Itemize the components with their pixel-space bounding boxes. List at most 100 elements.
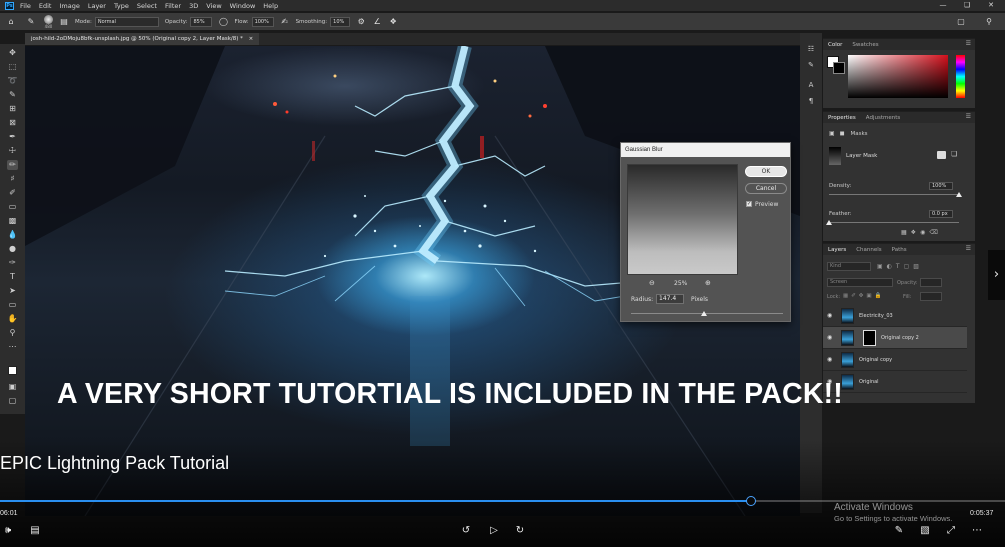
- brush-icon[interactable]: ✎: [26, 17, 36, 27]
- fullscreen-icon[interactable]: ⤢: [944, 524, 958, 538]
- menu-filter[interactable]: Filter: [165, 2, 181, 10]
- filter-pixel-icon[interactable]: ▣: [877, 263, 887, 270]
- dodge-tool-icon[interactable]: ●: [7, 244, 18, 254]
- blend-mode-select[interactable]: Screen: [827, 278, 893, 287]
- angle-icon[interactable]: ∠: [372, 17, 382, 27]
- tab-paths[interactable]: Paths: [887, 247, 912, 253]
- gradient-tool-icon[interactable]: ▩: [7, 216, 18, 226]
- load-selection-icon[interactable]: ▦: [901, 229, 911, 236]
- cancel-button[interactable]: Cancel: [745, 183, 787, 194]
- radius-slider-track[interactable]: [631, 313, 783, 314]
- paragraph-panel-icon[interactable]: ¶: [806, 97, 816, 107]
- minimize-icon[interactable]: —: [934, 0, 952, 11]
- layer-row[interactable]: ◉ Original copy: [823, 349, 967, 371]
- filter-smart-icon[interactable]: ▧: [913, 263, 923, 270]
- filter-shape-icon[interactable]: ▢: [904, 263, 914, 270]
- type-tool-icon[interactable]: T: [7, 272, 18, 282]
- tab-layers[interactable]: Layers: [823, 247, 851, 253]
- miniplayer-icon[interactable]: ▧: [918, 524, 932, 538]
- menu-select[interactable]: Select: [137, 2, 157, 10]
- brush-settings-icon[interactable]: ▤: [59, 17, 69, 27]
- add-vector-mask-icon[interactable]: ❏: [951, 150, 957, 158]
- bg-color-chip[interactable]: [833, 62, 845, 74]
- layer-mask-thumbnail[interactable]: [863, 330, 876, 346]
- close-tab-icon[interactable]: ×: [249, 36, 254, 42]
- layer-opacity-input[interactable]: [920, 278, 942, 287]
- quick-select-tool-icon[interactable]: ✎: [7, 90, 18, 100]
- tab-swatches[interactable]: Swatches: [847, 42, 883, 48]
- panel-menu-icon[interactable]: ☰: [966, 40, 971, 47]
- fill-input[interactable]: [920, 292, 942, 301]
- close-icon[interactable]: ✕: [982, 0, 1000, 11]
- search-icon[interactable]: ⚲: [984, 17, 994, 27]
- captions-icon[interactable]: ▤: [28, 524, 42, 538]
- zoom-in-icon[interactable]: ⊕: [705, 279, 711, 287]
- density-slider-thumb[interactable]: [956, 192, 962, 197]
- feather-slider-track[interactable]: [829, 222, 959, 223]
- volume-icon[interactable]: 🕪: [1, 524, 15, 538]
- history-panel-icon[interactable]: ☷: [806, 45, 816, 55]
- feather-input[interactable]: 0.0 px: [929, 210, 953, 218]
- mode-select[interactable]: Normal: [94, 16, 159, 27]
- move-tool-icon[interactable]: ✥: [7, 48, 18, 58]
- menu-3d[interactable]: 3D: [189, 2, 198, 10]
- filter-type-icon[interactable]: T: [896, 263, 904, 270]
- character-panel-icon[interactable]: A: [806, 81, 816, 91]
- hue-slider[interactable]: [956, 55, 965, 98]
- more-tools-icon[interactable]: ⋯: [7, 342, 18, 352]
- tab-color[interactable]: Color: [823, 42, 847, 48]
- pen-tool-icon[interactable]: ✑: [7, 258, 18, 268]
- apply-mask-icon[interactable]: ❖: [911, 229, 920, 236]
- lasso-tool-icon[interactable]: ➰: [7, 76, 18, 86]
- color-field[interactable]: [848, 55, 948, 98]
- menu-help[interactable]: Help: [263, 2, 278, 10]
- radius-input[interactable]: 147.4: [656, 294, 684, 304]
- tab-adjustments[interactable]: Adjustments: [861, 115, 905, 121]
- delete-mask-icon[interactable]: ⌫: [929, 229, 941, 236]
- history-brush-icon[interactable]: ✐: [7, 188, 18, 198]
- filter-adjust-icon[interactable]: ◐: [887, 263, 896, 270]
- chevron-right-icon[interactable]: ›: [988, 250, 1005, 300]
- layer-visibility-eye-icon[interactable]: ◉: [827, 312, 832, 319]
- zoom-tool-icon[interactable]: ⚲: [7, 328, 18, 338]
- feather-slider-thumb[interactable]: [826, 220, 832, 225]
- seek-thumb[interactable]: [745, 496, 756, 506]
- hand-tool-icon[interactable]: ✋: [7, 314, 18, 324]
- frame-tool-icon[interactable]: ⊠: [7, 118, 18, 128]
- gear-icon[interactable]: ⚙: [356, 17, 366, 27]
- ok-button[interactable]: OK: [745, 166, 787, 177]
- more-options-icon[interactable]: ⋯: [970, 524, 984, 538]
- brush-preset-picker[interactable]: 480: [44, 14, 53, 29]
- blur-preview[interactable]: [627, 164, 738, 275]
- crop-tool-icon[interactable]: ⊞: [7, 104, 18, 114]
- eraser-tool-icon[interactable]: ▭: [7, 202, 18, 212]
- menu-layer[interactable]: Layer: [88, 2, 106, 10]
- layer-visibility-eye-icon[interactable]: ◉: [827, 334, 832, 341]
- tab-properties[interactable]: Properties: [823, 115, 861, 121]
- preview-checkbox[interactable]: ✓: [746, 201, 752, 207]
- menu-image[interactable]: Image: [59, 2, 79, 10]
- layer-row[interactable]: ◉ Original copy 2: [823, 327, 967, 349]
- layer-row[interactable]: ◉ Electricity_03: [823, 305, 967, 327]
- lock-icons[interactable]: ▦✐✥▣🔒: [843, 293, 884, 299]
- play-icon[interactable]: ▷: [487, 524, 501, 538]
- layer-visibility-eye-icon[interactable]: ◉: [827, 356, 832, 363]
- home-icon[interactable]: ⌂: [6, 17, 16, 27]
- smoothing-input[interactable]: 10%: [330, 16, 351, 27]
- path-select-tool-icon[interactable]: ➤: [7, 286, 18, 296]
- workspace-icon[interactable]: ▢: [956, 17, 966, 27]
- healing-tool-icon[interactable]: ☩: [7, 146, 18, 156]
- layer-filter-kind[interactable]: Kind: [827, 262, 871, 271]
- document-tab[interactable]: josh-hild-2oDMoju8bfk-unsplash.jpg @ 50%…: [25, 33, 260, 45]
- marquee-tool-icon[interactable]: ⬚: [7, 62, 18, 72]
- eyedropper-tool-icon[interactable]: ✒: [7, 132, 18, 142]
- select-pixel-mask-icon[interactable]: [937, 151, 946, 159]
- radius-slider-thumb[interactable]: [701, 311, 707, 316]
- foreground-color-swatch[interactable]: [8, 366, 17, 375]
- airbrush-icon[interactable]: ✍: [280, 17, 290, 27]
- zoom-out-icon[interactable]: ⊖: [649, 279, 655, 287]
- forward-30-icon[interactable]: ↻: [513, 524, 527, 538]
- flow-input[interactable]: 100%: [251, 16, 274, 27]
- properties-menu-icon[interactable]: ☰: [966, 113, 971, 120]
- menu-view[interactable]: View: [206, 2, 221, 10]
